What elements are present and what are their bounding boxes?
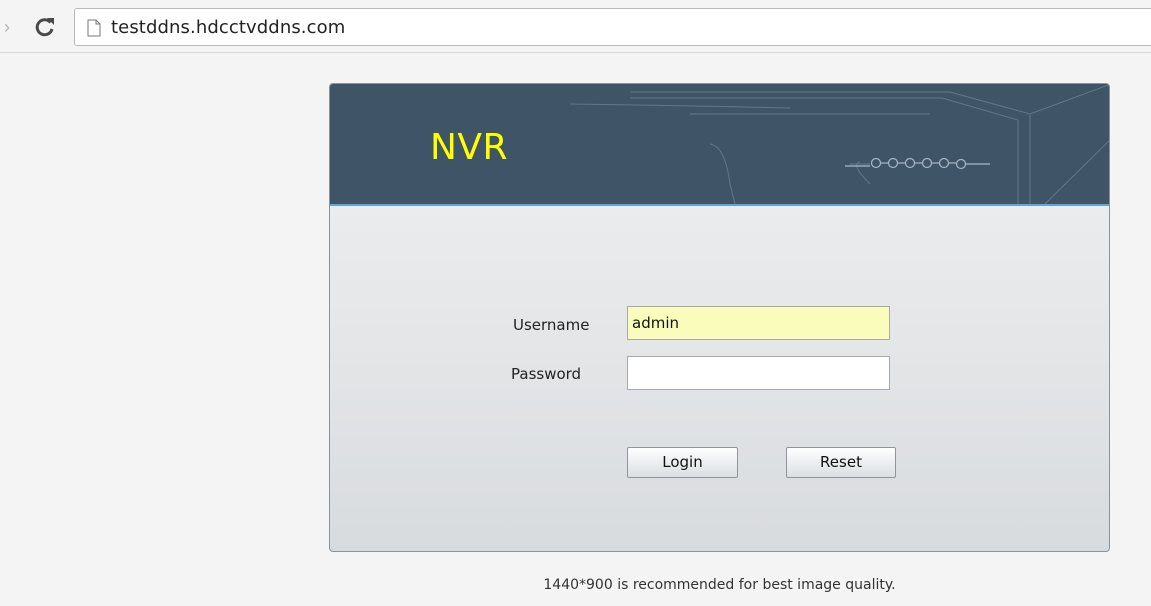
password-label: Password bbox=[511, 365, 582, 383]
page-icon bbox=[87, 19, 101, 42]
login-button[interactable]: Login bbox=[627, 447, 738, 478]
banner-accent-line bbox=[330, 204, 1109, 206]
password-input[interactable] bbox=[627, 356, 890, 390]
browser-toolbar: › testddns.hdcctvddns.com bbox=[0, 0, 1151, 52]
reset-button[interactable]: Reset bbox=[786, 447, 896, 478]
login-panel: NVR Username Password Login Reset bbox=[329, 83, 1110, 552]
address-bar[interactable]: testddns.hdcctvddns.com bbox=[74, 8, 1151, 46]
username-label: Username bbox=[513, 316, 590, 334]
page-content: NVR Username Password Login Reset 1440*9… bbox=[0, 53, 1151, 606]
reload-icon[interactable] bbox=[34, 14, 56, 40]
forward-arrow-icon[interactable]: › bbox=[0, 17, 14, 37]
url-text: testddns.hdcctvddns.com bbox=[111, 17, 346, 38]
nvr-logo: NVR bbox=[430, 127, 509, 168]
nvr-banner: NVR bbox=[330, 84, 1109, 204]
username-input[interactable] bbox=[627, 306, 890, 340]
resolution-note: 1440*900 is recommended for best image q… bbox=[543, 577, 896, 593]
